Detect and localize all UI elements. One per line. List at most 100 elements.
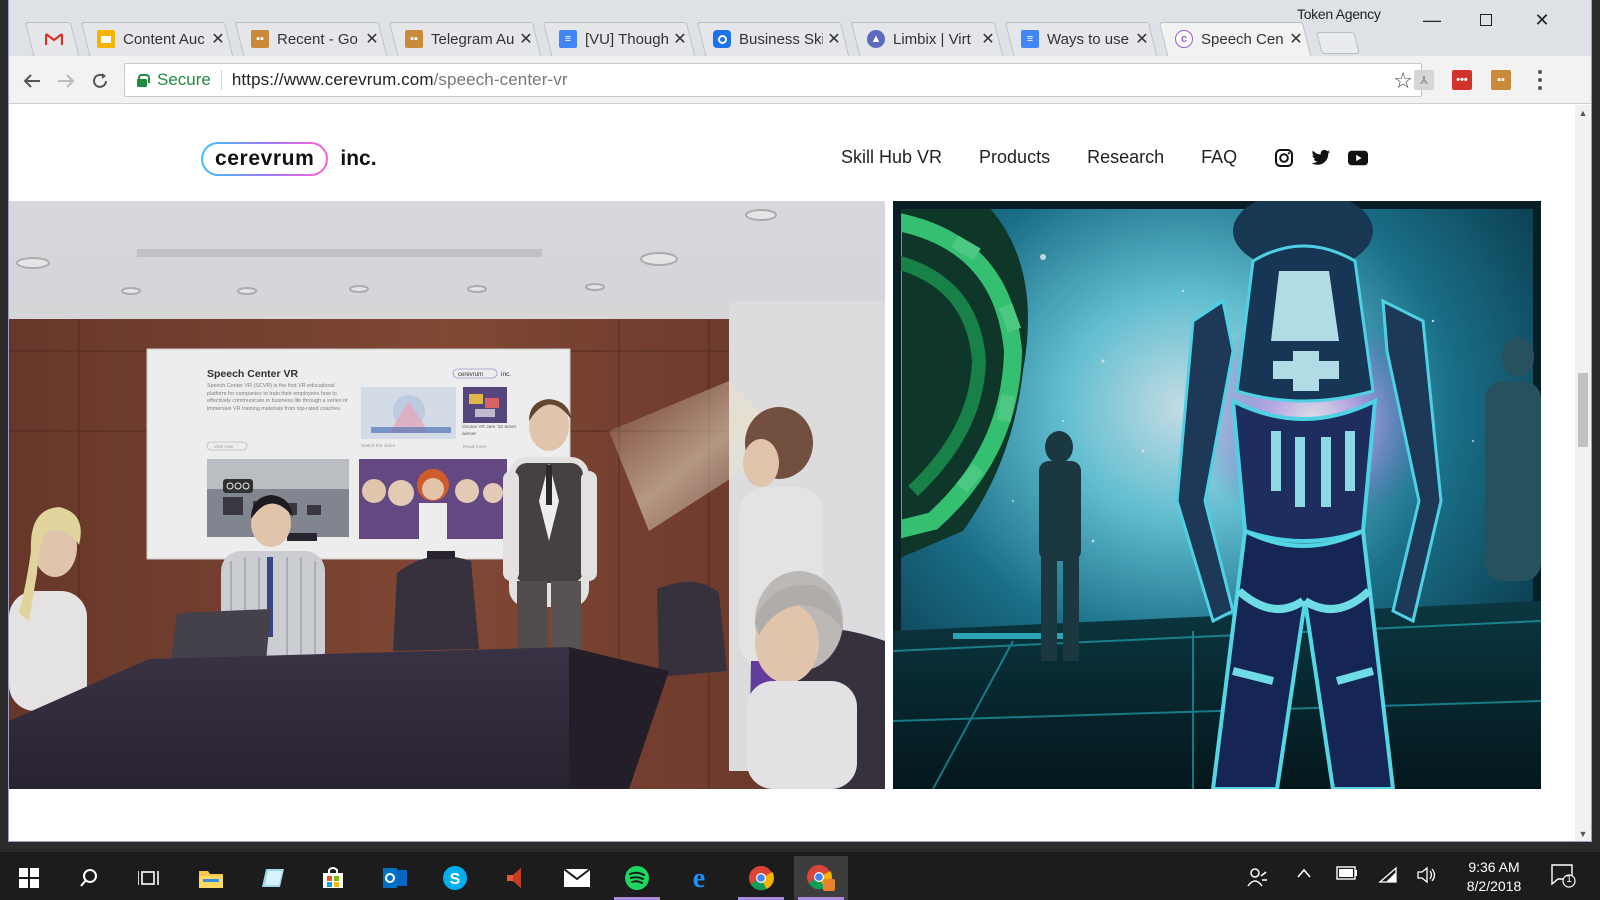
pdf-extension-icon[interactable]: ⅄ [1414,70,1434,90]
docs-icon: ≡ [1021,30,1039,48]
meeting-room-illustration: Speech Center VR Speech Center VR (SCVR)… [9,201,885,789]
tab-business-skills[interactable]: Business Ski ✕ [695,22,851,56]
tab-list: Content Auc ✕ ▪▪ Recent - Go ✕ ▪▪ Telegr… [23,22,1357,56]
edge-icon[interactable]: e [672,856,726,900]
tab-title: Recent - Go [277,30,358,48]
close-window-icon[interactable]: ✕ [1527,8,1557,32]
secure-indicator[interactable]: Secure [125,70,222,90]
site-nav: Skill Hub VR Products Research FAQ [841,147,1385,168]
robot-icon: ▪▪ [405,30,423,48]
docs-icon: ≡ [559,30,577,48]
system-clock[interactable]: 9:36 AM 8/2/2018 [1455,858,1533,896]
scroll-up-arrow-icon[interactable]: ▲ [1575,105,1591,121]
instagram-icon[interactable] [1274,148,1294,168]
chevron-up-icon[interactable] [1296,866,1312,884]
task-view-icon[interactable] [122,856,176,900]
speaker-app-icon[interactable] [488,856,542,900]
site-header: cerevrum inc. Skill Hub VR Products Rese… [9,105,1577,201]
svg-text:e: e [693,865,705,891]
minimize-icon[interactable]: — [1417,8,1447,32]
tab-title: [VU] Though [585,30,669,48]
nav-products[interactable]: Products [979,147,1050,168]
microsoft-store-icon[interactable] [306,856,360,900]
people-icon[interactable] [1246,866,1268,893]
back-arrow-icon[interactable] [19,68,45,94]
forward-arrow-icon[interactable] [53,68,79,94]
scroll-thumb[interactable] [1578,373,1588,447]
tab-speech-center[interactable]: c Speech Cen ✕ [1157,22,1313,56]
tab-title: Telegram Au [431,30,515,48]
page-scrollbar[interactable]: ▲ ▼ [1575,105,1591,841]
clock-time: 9:36 AM [1468,859,1520,875]
volume-icon[interactable] [1416,866,1438,889]
spotify-icon[interactable] [610,856,664,900]
mail-icon[interactable] [550,856,604,900]
tab-vu-thoughts[interactable]: ≡ [VU] Though ✕ [541,22,697,56]
scroll-down-arrow-icon[interactable]: ▼ [1575,826,1591,841]
notification-count: 1 [1566,874,1572,885]
chrome-profile-icon[interactable] [794,856,848,900]
close-icon[interactable]: ✕ [673,29,687,49]
bookmark-star-icon[interactable]: ☆ [1393,68,1413,94]
tab-title: Content Auc [123,30,205,48]
close-icon[interactable]: ✕ [1289,29,1303,49]
tab-title: Business Ski [739,30,823,48]
url-text[interactable]: https://www.cerevrum.com/speech-center-v… [222,70,568,90]
search-icon[interactable] [62,856,116,900]
profile-name[interactable]: Token Agency [1297,6,1381,22]
tab-limbix[interactable]: ▲ Limbix | Virt ✕ [849,22,1005,56]
tablet-app-icon[interactable] [246,856,300,900]
clock-date: 8/2/2018 [1466,878,1522,894]
close-icon[interactable]: ✕ [365,29,379,49]
logo-suffix: inc. [340,147,377,170]
site-logo[interactable]: cerevrum inc. [201,142,377,176]
hero-image-scifi-robot [893,201,1541,789]
close-icon[interactable]: ✕ [827,29,841,49]
close-icon[interactable]: ✕ [1135,29,1149,49]
outlook-icon[interactable] [368,856,422,900]
skype-icon[interactable]: S [428,856,482,900]
tab-gmail[interactable] [23,22,81,56]
close-icon[interactable]: ✕ [211,29,225,49]
notification-center-icon[interactable]: 1 [1550,862,1576,893]
windows-taskbar: S e 9:36 AM 8/2/2018 1 [0,852,1600,900]
circle-icon [713,30,731,48]
browser-menu-icon[interactable] [1533,68,1547,92]
hero-image-meeting-room: Speech Center VR Speech Center VR (SCVR)… [9,201,885,789]
triangle-icon: ▲ [867,30,885,48]
robot-icon: ▪▪ [251,30,269,48]
reload-icon[interactable] [87,68,113,94]
nav-skill-hub-vr[interactable]: Skill Hub VR [841,147,942,168]
chrome-icon[interactable] [734,856,788,900]
close-icon[interactable]: ✕ [981,29,995,49]
nav-faq[interactable]: FAQ [1201,147,1237,168]
youtube-icon[interactable] [1348,148,1369,168]
slides-icon [97,30,115,48]
battery-icon[interactable] [1336,866,1358,885]
lock-icon [137,74,150,87]
url-host: https://www.cerevrum.com [231,70,434,89]
wifi-icon[interactable] [1378,866,1398,889]
tab-title: Speech Cen [1201,30,1284,48]
tab-ways-to-use[interactable]: ≡ Ways to use ✕ [1003,22,1159,56]
address-bar[interactable]: Secure https://www.cerevrum.com/speech-c… [124,63,1422,97]
lastpass-extension-icon[interactable]: ••• [1452,70,1472,90]
tab-telegram[interactable]: ▪▪ Telegram Au ✕ [387,22,543,56]
tab-content-auc[interactable]: Content Auc ✕ [79,22,235,56]
tab-strip: Content Auc ✕ ▪▪ Recent - Go ✕ ▪▪ Telegr… [9,0,1591,56]
file-explorer-icon[interactable] [184,856,238,900]
new-tab-button[interactable] [1319,32,1357,54]
twitter-icon[interactable] [1311,148,1331,168]
tab-title: Ways to use [1047,30,1129,48]
scifi-robot-illustration [893,201,1541,789]
close-icon[interactable]: ✕ [519,29,533,49]
cerevrum-icon: c [1175,30,1193,48]
tab-recent[interactable]: ▪▪ Recent - Go ✕ [233,22,389,56]
svg-text:S: S [450,871,461,888]
nav-research[interactable]: Research [1087,147,1164,168]
tab-title: Limbix | Virt [893,30,971,48]
windows-start-icon[interactable] [2,856,56,900]
logo-text: cerevrum [203,144,327,174]
maximize-icon[interactable] [1471,8,1501,32]
robot-extension-icon[interactable]: ▪▪ [1491,70,1511,90]
